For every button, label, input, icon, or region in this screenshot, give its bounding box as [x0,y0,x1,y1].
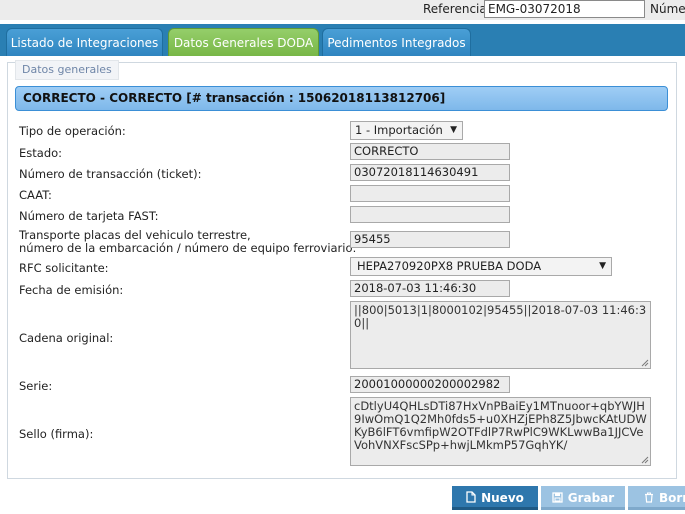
tarjeta-fast-label: Número de tarjeta FAST: [19,209,159,223]
borrar-button[interactable]: Borr [628,486,685,510]
transporte-label-line1: Transporte placas del vehiculo terrestre… [19,228,251,242]
serie-label: Serie: [19,379,53,393]
rfc-label: RFC solicitante: [19,261,109,275]
transporte-label-line2: número de la embarcación / número de equ… [19,241,357,255]
panel-legend: Datos generales [15,60,119,80]
tipo-operacion-value: 1 - Importación [355,123,443,137]
chevron-down-icon: ▼ [450,125,457,135]
tipo-operacion-select[interactable]: 1 - Importación ▼ [350,121,463,140]
tipo-operacion-label: Tipo de operación: [19,124,126,138]
status-banner: CORRECTO - CORRECTO [# transacción : 150… [15,86,668,111]
cadena-original-textarea[interactable]: ||800|5013|1|8000102|95455||2018-07-03 1… [350,301,651,369]
fecha-emision-label: Fecha de emisión: [19,283,124,297]
numero-label: Númer [650,2,685,16]
cadena-original-label: Cadena original: [19,331,114,345]
chevron-down-icon: ▼ [599,261,606,271]
nuevo-button-label: Nuevo [481,491,524,505]
document-icon [466,491,476,503]
transporte-field[interactable]: 95455 [350,231,510,248]
borrar-button-label: Borr [659,491,685,505]
estado-field[interactable]: CORRECTO [350,143,510,160]
trash-icon [645,492,653,503]
rfc-value: HEPA270920PX8 PRUEBA DODA [357,259,542,273]
save-icon [552,492,563,503]
resize-handle-icon[interactable] [641,359,649,367]
top-bar: Referencia: Númer [0,0,685,20]
fecha-emision-field[interactable]: 2018-07-03 11:46:30 [350,280,510,297]
caat-label: CAAT: [19,188,52,202]
grabar-button[interactable]: Grabar [541,486,625,510]
nuevo-button[interactable]: Nuevo [452,486,538,510]
referencia-input[interactable] [484,0,645,18]
resize-handle-icon[interactable] [641,456,649,464]
tarjeta-fast-field[interactable] [350,206,510,223]
grabar-button-label: Grabar [567,491,615,505]
tab-datos-generales-doda[interactable]: Datos Generales DODA [168,28,319,56]
sello-label: Sello (firma): [19,427,94,441]
sello-textarea[interactable]: cDtlyU4QHLsDTi87HxVnPBaiEy1MTnuoor+qbYWJ… [350,397,651,466]
sello-value: cDtlyU4QHLsDTi87HxVnPBaiEy1MTnuoor+qbYWJ… [354,399,647,452]
tab-listado-integraciones[interactable]: Listado de Integraciones [6,28,163,56]
cadena-original-value: ||800|5013|1|8000102|95455||2018-07-03 1… [354,303,647,330]
caat-field[interactable] [350,185,510,202]
estado-label: Estado: [19,146,63,160]
num-transaccion-field[interactable]: 03072018114630491 [350,164,510,181]
rfc-select[interactable]: HEPA270920PX8 PRUEBA DODA ▼ [350,257,612,276]
num-transaccion-label: Número de transacción (ticket): [19,167,202,181]
tab-pedimentos-integrados[interactable]: Pedimentos Integrados [322,28,471,56]
serie-field[interactable]: 20001000000200002982 [350,376,510,393]
referencia-label: Referencia: [423,2,491,16]
tab-bar: Listado de Integraciones Datos Generales… [0,24,685,56]
